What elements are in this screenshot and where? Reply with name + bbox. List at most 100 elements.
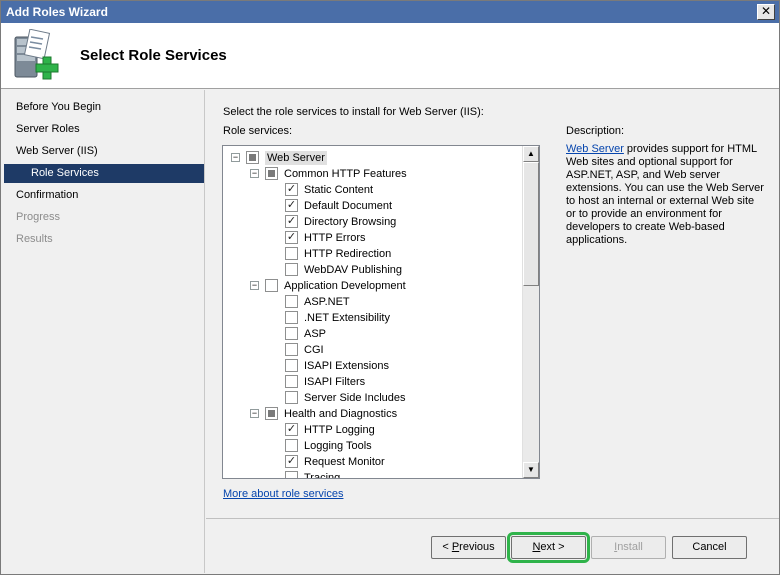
wizard-footer: < Previous Next > Install Cancel [206, 518, 779, 573]
window-title: Add Roles Wizard [6, 5, 108, 19]
install-button: Install [591, 536, 666, 559]
role-service-checkbox[interactable] [285, 247, 298, 260]
main-panel: Select the role services to install for … [206, 90, 779, 517]
next-label: ext > [540, 541, 565, 553]
tree-row[interactable]: − Application Development [223, 278, 523, 294]
role-service-label: WebDAV Publishing [304, 264, 403, 276]
previous-button[interactable]: < Previous [431, 536, 506, 559]
tree-row[interactable]: Tracing [223, 470, 523, 479]
scroll-up-icon[interactable]: ▲ [523, 146, 539, 162]
role-service-label: HTTP Redirection [304, 248, 392, 260]
role-service-label: Common HTTP Features [284, 168, 407, 180]
tree-row[interactable]: HTTP Redirection [223, 246, 523, 262]
nav-item-confirmation[interactable]: Confirmation [4, 186, 204, 205]
role-service-checkbox[interactable] [265, 167, 278, 180]
tree-scrollbar[interactable]: ▲ ▼ [522, 146, 539, 478]
tree-row[interactable]: ✓ HTTP Errors [223, 230, 523, 246]
role-service-label: Directory Browsing [304, 216, 397, 228]
role-service-checkbox[interactable] [285, 263, 298, 276]
nav-item-server-roles[interactable]: Server Roles [4, 120, 204, 139]
tree-row[interactable]: ✓ HTTP Logging [223, 422, 523, 438]
collapse-icon[interactable]: − [231, 153, 240, 162]
role-service-label: Static Content [304, 184, 374, 196]
cancel-button[interactable]: Cancel [672, 536, 747, 559]
description-body: provides support for HTML Web sites and … [566, 143, 764, 246]
role-service-checkbox[interactable]: ✓ [285, 183, 298, 196]
tree-row[interactable]: − Web Server [223, 150, 523, 166]
role-service-label: HTTP Logging [304, 424, 375, 436]
role-service-checkbox[interactable] [265, 279, 278, 292]
collapse-icon[interactable]: − [250, 169, 259, 178]
wizard-steps-nav: Before You Begin Server Roles Web Server… [4, 90, 205, 573]
role-service-checkbox[interactable]: ✓ [285, 231, 298, 244]
tree-row[interactable]: ✓ Directory Browsing [223, 214, 523, 230]
role-service-label: CGI [304, 344, 324, 356]
tree-row[interactable]: ISAPI Filters [223, 374, 523, 390]
role-service-checkbox[interactable]: ✓ [285, 455, 298, 468]
tree-row[interactable]: − Health and Diagnostics [223, 406, 523, 422]
tree-row[interactable]: ASP.NET [223, 294, 523, 310]
nav-item-results: Results [16, 233, 53, 245]
role-service-label: Logging Tools [304, 440, 372, 452]
role-service-checkbox[interactable] [285, 439, 298, 452]
page-title: Select Role Services [80, 47, 227, 64]
description-text: Web Server provides support for HTML Web… [566, 143, 766, 247]
tree-row[interactable]: ISAPI Extensions [223, 358, 523, 374]
close-icon[interactable]: ✕ [757, 4, 775, 20]
role-service-label: Tracing [304, 472, 341, 479]
role-service-checkbox[interactable] [285, 391, 298, 404]
role-service-label: Request Monitor [304, 456, 385, 468]
role-service-checkbox[interactable] [285, 359, 298, 372]
role-service-checkbox[interactable]: ✓ [285, 423, 298, 436]
tree-row[interactable]: ✓ Request Monitor [223, 454, 523, 470]
role-service-checkbox[interactable]: ✓ [285, 199, 298, 212]
role-service-checkbox[interactable] [265, 407, 278, 420]
role-service-label: HTTP Errors [304, 232, 366, 244]
collapse-icon[interactable]: − [250, 281, 259, 290]
role-service-checkbox[interactable] [285, 327, 298, 340]
tree-row[interactable]: ✓ Default Document [223, 198, 523, 214]
role-service-label: Application Development [284, 280, 406, 292]
install-label: nstall [617, 541, 643, 553]
add-roles-wizard-window: Add Roles Wizard ✕ Select Role Services … [0, 0, 780, 575]
scroll-down-icon[interactable]: ▼ [523, 462, 539, 478]
tree-row[interactable]: − Common HTTP Features [223, 166, 523, 182]
role-service-checkbox[interactable]: ✓ [285, 215, 298, 228]
role-service-checkbox[interactable] [285, 311, 298, 324]
role-services-tree[interactable]: ▲ ▼ − Web Server − Common HTTP Features ✓ Sta… [222, 145, 540, 479]
tree-row[interactable]: Server Side Includes [223, 390, 523, 406]
more-about-role-services-link[interactable]: More about role services [223, 488, 343, 500]
description-label: Description: [566, 125, 625, 137]
previous-prefix: < [442, 541, 452, 553]
next-button[interactable]: Next > [507, 532, 590, 563]
role-service-checkbox[interactable] [246, 151, 259, 164]
role-service-checkbox[interactable] [285, 375, 298, 388]
role-service-label: Web Server [265, 151, 327, 165]
title-bar: Add Roles Wizard ✕ [1, 1, 779, 23]
tree-row[interactable]: CGI [223, 342, 523, 358]
tree-row[interactable]: ASP [223, 326, 523, 342]
role-service-label: Health and Diagnostics [284, 408, 398, 420]
web-server-link[interactable]: Web Server [566, 143, 624, 155]
role-service-label: ISAPI Extensions [304, 360, 389, 372]
nav-item-role-services[interactable]: Role Services [4, 164, 204, 183]
tree-row[interactable]: .NET Extensibility [223, 310, 523, 326]
role-service-label: .NET Extensibility [304, 312, 390, 324]
nav-item-web-server-iis[interactable]: Web Server (IIS) [4, 142, 204, 161]
role-service-checkbox[interactable] [285, 295, 298, 308]
tree-row[interactable]: ✓ Static Content [223, 182, 523, 198]
scroll-thumb[interactable] [523, 162, 539, 286]
nav-item-before-you-begin[interactable]: Before You Begin [4, 98, 204, 117]
nav-item-progress: Progress [16, 211, 61, 223]
tree-row[interactable]: WebDAV Publishing [223, 262, 523, 278]
role-service-checkbox[interactable] [285, 343, 298, 356]
role-service-checkbox[interactable] [285, 471, 298, 478]
role-service-label: Server Side Includes [304, 392, 406, 404]
instruction-text: Select the role services to install for … [223, 106, 484, 118]
role-service-label: Default Document [304, 200, 393, 212]
tree-row[interactable]: Logging Tools [223, 438, 523, 454]
role-service-label: ISAPI Filters [304, 376, 366, 388]
wizard-header: Select Role Services [1, 23, 779, 89]
collapse-icon[interactable]: − [250, 409, 259, 418]
server-add-icon [13, 28, 61, 83]
